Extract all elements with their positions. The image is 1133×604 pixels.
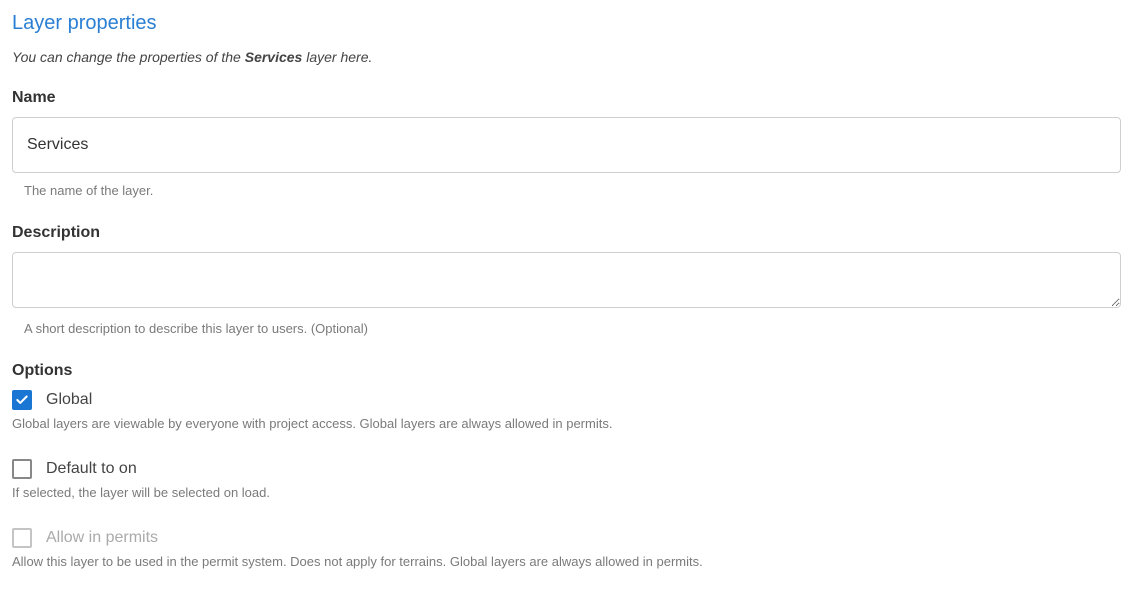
option-default-on: Default to on If selected, the layer wil… <box>12 459 1121 500</box>
description-label: Description <box>12 224 1121 242</box>
description-helper: A short description to describe this lay… <box>24 321 1121 336</box>
allow-permits-label: Allow in permits <box>46 529 158 547</box>
intro-text: You can change the properties of the Ser… <box>12 49 1121 65</box>
name-helper: The name of the layer. <box>24 183 1121 198</box>
default-on-helper: If selected, the layer will be selected … <box>12 485 1121 500</box>
global-label: Global <box>46 391 92 409</box>
option-global: Global Global layers are viewable by eve… <box>12 390 1121 431</box>
global-helper: Global layers are viewable by everyone w… <box>12 416 1121 431</box>
options-label: Options <box>12 362 1121 380</box>
intro-prefix: You can change the properties of the <box>12 49 245 65</box>
allow-permits-helper: Allow this layer to be used in the permi… <box>12 554 1121 569</box>
intro-layer-name: Services <box>245 49 303 65</box>
description-input[interactable] <box>12 252 1121 308</box>
name-input[interactable] <box>12 117 1121 173</box>
description-field-group: Description A short description to descr… <box>12 224 1121 336</box>
page-title: Layer properties <box>12 12 1121 35</box>
name-field-group: Name The name of the layer. <box>12 89 1121 198</box>
default-on-checkbox[interactable] <box>12 459 32 479</box>
intro-suffix: layer here. <box>302 49 372 65</box>
default-on-label: Default to on <box>46 460 137 478</box>
checkmark-icon <box>15 393 29 407</box>
allow-permits-checkbox <box>12 528 32 548</box>
name-label: Name <box>12 89 1121 107</box>
global-checkbox[interactable] <box>12 390 32 410</box>
option-allow-permits: Allow in permits Allow this layer to be … <box>12 528 1121 569</box>
